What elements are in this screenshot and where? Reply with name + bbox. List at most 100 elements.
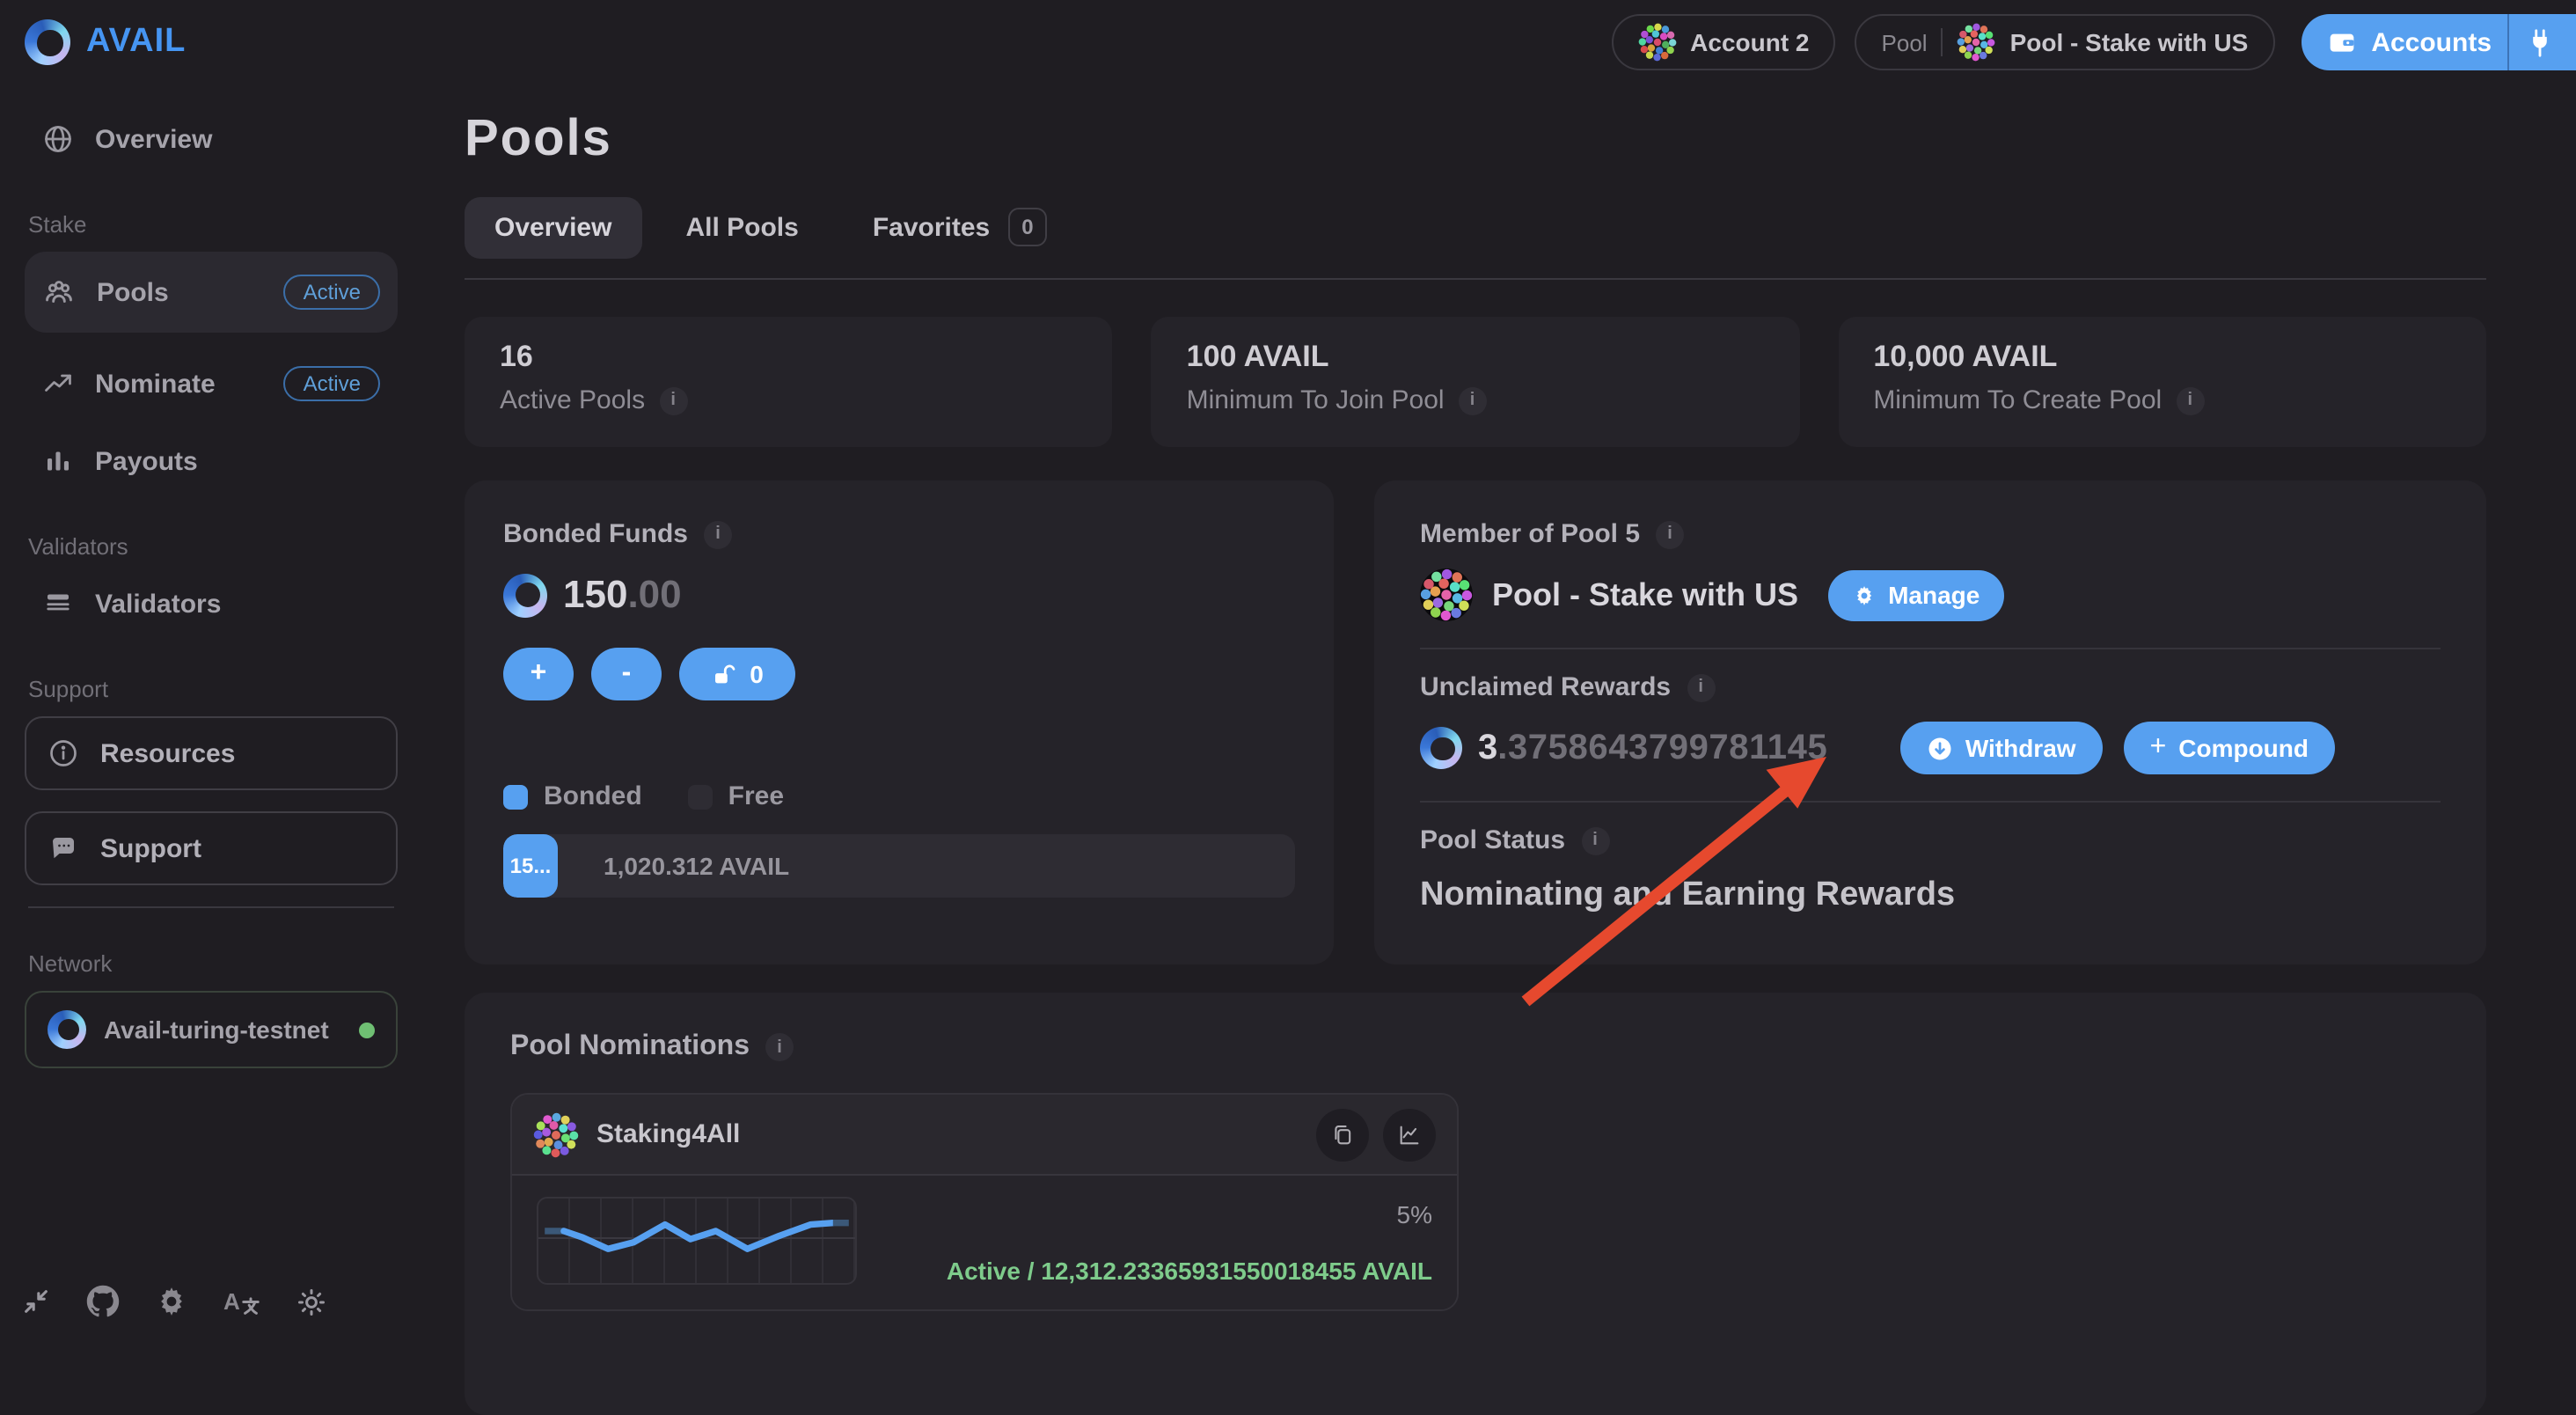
accounts-button[interactable]: Accounts [2301,14,2576,70]
sidebar-item-nominate[interactable]: Nominate Active [25,354,398,414]
network-logo-icon [48,1010,86,1049]
info-icon[interactable]: i [1687,673,1715,701]
pool-pill-label: Pool - Stake with US [2010,28,2249,56]
stat-value: 100 AVAIL [1187,340,1765,375]
info-icon[interactable]: i [2176,386,2204,414]
bonded-amount-dec: .00 [627,572,681,616]
trending-up-icon [42,368,74,400]
sidebar-item-support[interactable]: Support [25,811,398,885]
sidebar-item-overview[interactable]: Overview [25,109,398,169]
unlock-chunks-button[interactable]: 0 [679,648,795,700]
bond-remove-button[interactable]: - [591,648,662,700]
stat-label: Minimum To Create Pool [1873,385,2162,415]
section-label-network: Network [28,950,398,977]
brightness-icon[interactable] [296,1286,328,1317]
unclaimed-rewards-title: Unclaimed Rewards [1420,672,1671,702]
brand[interactable]: AVAIL [25,19,186,65]
info-icon [48,737,79,769]
arrow-down-circle-icon [1927,735,1953,761]
copy-address-button[interactable] [1316,1108,1369,1161]
metrics-chart-button[interactable] [1383,1108,1436,1161]
tab-label: Overview [494,212,611,242]
users-icon [42,275,76,309]
avail-token-icon [1420,727,1462,769]
commission-value: 5% [1397,1200,1432,1228]
collapse-icon[interactable] [21,1287,51,1316]
nomination-item: Staking4All [510,1093,1459,1311]
sidebar-item-pools[interactable]: Pools Active [25,252,398,333]
favorites-count-badge: 0 [1007,208,1047,246]
section-label-support: Support [28,676,398,702]
free-swatch [688,784,713,809]
stat-label: Active Pools [500,385,645,415]
info-icon[interactable]: i [704,520,732,548]
info-icon[interactable]: i [1656,520,1684,548]
member-pool-title: Member of Pool 5 [1420,519,1640,549]
tab-favorites[interactable]: Favorites 0 [843,192,1078,262]
pool-identicon [1420,568,1473,621]
manage-button[interactable]: Manage [1828,569,2004,620]
member-pool-card: Member of Pool 5 i Pool - Stake with US … [1374,480,2486,964]
stat-card-min-join: 100 AVAIL Minimum To Join Pool i [1152,317,1800,447]
active-badge: Active [284,275,380,310]
manage-button-label: Manage [1888,581,1980,609]
sidebar-item-label: Validators [95,589,221,619]
bonded-funds-card: Bonded Funds i 150.00 + - [465,480,1334,964]
account-pill[interactable]: Account 2 [1611,14,1835,70]
pool-pill-prefix: Pool [1882,29,1928,55]
validator-identicon [533,1111,579,1157]
gear-icon [1853,583,1876,606]
pool-status-title: Pool Status [1420,825,1565,855]
main-content: Pools Overview All Pools Favorites 0 16 … [465,84,2486,1415]
divider [1420,648,2441,649]
plus-icon: + [2150,732,2167,764]
unlock-count: 0 [750,660,764,688]
wallet-icon [2327,28,2355,56]
sparkline-path [564,1223,833,1250]
withdraw-button[interactable]: Withdraw [1900,722,2103,774]
sidebar-item-validators[interactable]: Validators [25,574,398,634]
sidebar-item-label: Nominate [95,369,216,399]
page-title: Pools [465,111,2486,169]
bond-add-button[interactable]: + [503,648,574,700]
account-pill-label: Account 2 [1690,28,1809,56]
sidebar-divider [28,906,394,908]
funds-legend: Bonded Free [503,781,1295,811]
divider [1420,801,2441,803]
avail-staking-dashboard: AVAIL Account 2 Pool Pool - Stake with U… [0,0,2576,1336]
tab-overview[interactable]: Overview [465,196,641,258]
compound-button[interactable]: + Compound [2124,722,2335,774]
legend-bonded-label: Bonded [544,781,642,811]
pool-nominations-card: Pool Nominations i Staking4All [465,993,2486,1415]
sidebar-item-resources[interactable]: Resources [25,716,398,790]
info-icon[interactable]: i [765,1033,794,1061]
tab-all-pools[interactable]: All Pools [655,196,828,258]
accounts-button-label: Accounts [2371,27,2492,57]
github-icon[interactable] [86,1285,120,1318]
network-selector[interactable]: Avail-turing-testnet [25,991,398,1068]
accounts-divider [2507,14,2509,70]
gear-icon[interactable] [155,1285,188,1318]
sidebar-item-label: Support [100,833,201,863]
pool-pill[interactable]: Pool Pool - Stake with US [1855,14,2275,70]
tab-label: All Pools [685,212,798,242]
bonded-swatch [503,784,528,809]
info-icon[interactable]: i [1581,826,1609,854]
unlock-icon [711,661,737,687]
bonded-amount-int: 150 [563,572,627,616]
info-icon[interactable]: i [1459,386,1487,414]
reward-dec: .3758643799781145 [1497,728,1827,766]
sidebar-item-payouts[interactable]: Payouts [25,431,398,491]
footer-toolbar: A [21,1285,328,1318]
topbar-right: Account 2 Pool Pool - Stake with US Acco… [1611,14,2576,70]
pool-name: Pool - Stake with US [1492,576,1798,613]
sidebar-item-label: Resources [100,738,235,768]
info-icon[interactable]: i [659,386,687,414]
server-icon [42,588,74,620]
reward-int: 3 [1478,728,1497,766]
network-name: Avail-turing-testnet [104,1015,329,1044]
stats-row: 16 Active Pools i 100 AVAIL Minimum To J… [465,317,2486,447]
sidebar-item-label: Payouts [95,446,198,476]
language-icon[interactable]: A [223,1287,261,1316]
connect-plug-icon[interactable] [2525,27,2555,57]
